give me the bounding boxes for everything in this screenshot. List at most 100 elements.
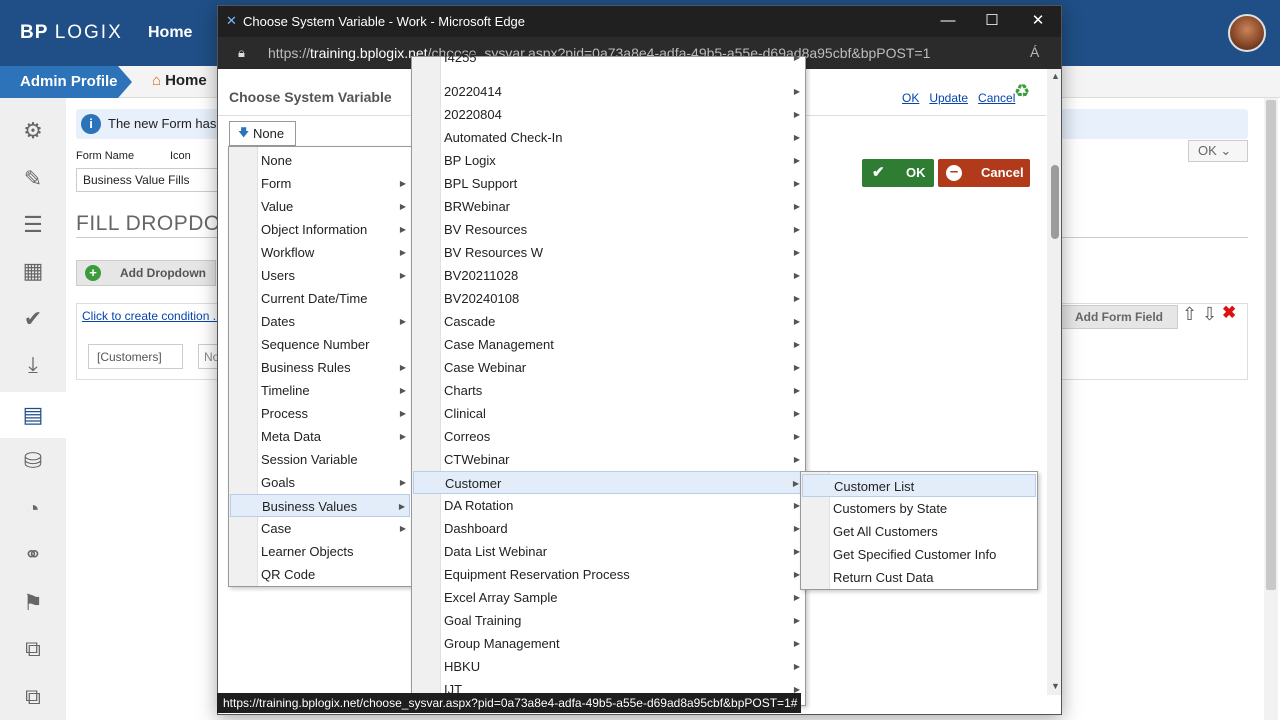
menu-item[interactable]: 20220414 ▶	[413, 80, 804, 103]
menu-item[interactable]: Form ▶	[230, 172, 410, 195]
menu-item[interactable]: BRWebinar ▶	[413, 195, 804, 218]
menu-item[interactable]: Get All Customers	[802, 520, 1036, 543]
popup-titlebar: ✕ Choose System Variable - Work - Micros…	[218, 6, 1061, 37]
cancel-button[interactable]: – Cancel	[938, 159, 1030, 187]
menu-item[interactable]: 20220804 ▶	[413, 103, 804, 126]
check-icon[interactable]: ✔	[0, 296, 66, 342]
menu-item[interactable]: None	[230, 149, 410, 172]
menu-item[interactable]: Goal Training ▶	[413, 609, 804, 632]
menu-item[interactable]: Customers by State	[802, 497, 1036, 520]
menu-item-label: Form	[261, 176, 292, 191]
menu-item[interactable]: Cascade ▶	[413, 310, 804, 333]
copy-icon[interactable]: ⧉	[0, 626, 66, 672]
ok-button[interactable]: ✔ OK	[862, 159, 934, 187]
menu-item[interactable]: Timeline ▶	[230, 379, 410, 402]
menu-item[interactable]: Case ▶	[230, 517, 410, 540]
menu-item[interactable]: Charts ▶	[413, 379, 804, 402]
menu-item[interactable]: Data List Webinar ▶	[413, 540, 804, 563]
dialog-title: Choose System Variable	[229, 89, 392, 105]
menu-item[interactable]: BV20211028 ▶	[413, 264, 804, 287]
menu-item[interactable]: CTWebinar ▶	[413, 448, 804, 471]
close-icon[interactable]: ✕	[1024, 10, 1052, 32]
refresh-icon[interactable]: ♻	[1014, 81, 1030, 102]
bplogix-logo[interactable]: BP LOGIX	[20, 22, 123, 44]
customers-input[interactable]: [Customers]	[88, 344, 183, 369]
page-scrollbar-thumb[interactable]	[1266, 100, 1276, 590]
menu-item[interactable]: BP Logix ▶	[413, 149, 804, 172]
menu-item[interactable]: BV20240108 ▶	[413, 287, 804, 310]
read-aloud-icon[interactable]: Á	[1030, 44, 1039, 60]
form-name-input[interactable]: Business Value Fills	[76, 168, 226, 192]
maximize-icon[interactable]: ☐	[978, 10, 1006, 32]
minimize-icon[interactable]: —	[934, 10, 962, 32]
link-icon[interactable]: ⚭	[0, 532, 66, 578]
popup-scrollbar[interactable]: ▲ ▼	[1047, 69, 1061, 695]
menu-item-label: Sequence Number	[261, 337, 370, 352]
menu-item[interactable]: Group Management ▶	[413, 632, 804, 655]
menu-item[interactable]: Users ▶	[230, 264, 410, 287]
form-icon[interactable]: ▤	[0, 392, 66, 438]
menu-item[interactable]: Case Management ▶	[413, 333, 804, 356]
menu-item[interactable]: Meta Data ▶	[230, 425, 410, 448]
create-condition-link[interactable]: Click to create condition ..	[82, 309, 219, 323]
menu-item[interactable]: Session Variable	[230, 448, 410, 471]
download-icon[interactable]: ⤓	[0, 342, 66, 388]
menu-item[interactable]: Excel Array Sample ▶	[413, 586, 804, 609]
edit-icon[interactable]: ✎	[0, 156, 66, 202]
menu-item[interactable]: Correos ▶	[413, 425, 804, 448]
list-icon[interactable]: ☰	[0, 202, 66, 248]
menu-item[interactable]: Equipment Reservation Process ▶	[413, 563, 804, 586]
popup-scrollbar-thumb[interactable]	[1051, 165, 1059, 239]
speed-icon[interactable]: ◔	[0, 486, 66, 532]
menu-item[interactable]: Goals ▶	[230, 471, 410, 494]
menu-item[interactable]: QR Code	[230, 563, 410, 586]
menu-item[interactable]: Customer ▶	[413, 471, 804, 494]
menu-item[interactable]: Object Information ▶	[230, 218, 410, 241]
menu-item[interactable]: BPL Support ▶	[413, 172, 804, 195]
variable-dropdown[interactable]: 🡇 None	[229, 121, 296, 146]
user-avatar[interactable]	[1228, 14, 1266, 52]
menu-item[interactable]: Automated Check-In ▶	[413, 126, 804, 149]
breadcrumb-home[interactable]: ⌂ Home	[152, 72, 207, 89]
menu-item[interactable]: Case Webinar ▶	[413, 356, 804, 379]
menu-item[interactable]: Clinical ▶	[413, 402, 804, 425]
ok-select[interactable]: OK ⌄	[1188, 140, 1248, 162]
scroll-down-icon[interactable]: ▼	[1051, 681, 1060, 691]
add-dropdown-button[interactable]: + Add Dropdown	[76, 260, 216, 286]
menu-item[interactable]: Sequence Number	[230, 333, 410, 356]
menu-item[interactable]: Business Rules ▶	[230, 356, 410, 379]
menu-item[interactable]: Dashboard ▶	[413, 517, 804, 540]
menu-item[interactable]: Current Date/Time	[230, 287, 410, 310]
menu-item[interactable]: Learner Objects	[230, 540, 410, 563]
menu-item[interactable]: Customer List	[802, 474, 1036, 497]
gears-icon[interactable]: ⚙	[0, 108, 66, 154]
update-link[interactable]: Update	[929, 91, 968, 105]
nav-home[interactable]: Home	[148, 24, 192, 42]
menu-item[interactable]: Value ▶	[230, 195, 410, 218]
ok-link[interactable]: OK	[902, 91, 919, 105]
menu-item[interactable]: BV Resources ▶	[413, 218, 804, 241]
menu-item[interactable]: DA Rotation ▶	[413, 494, 804, 517]
scroll-up-icon[interactable]: ▲	[1051, 71, 1060, 81]
clone-icon[interactable]: ⧉	[0, 674, 66, 720]
menu-item[interactable]: Process ▶	[230, 402, 410, 425]
flag-icon[interactable]: ⚑	[0, 580, 66, 626]
menu-item[interactable]: Dates ▶	[230, 310, 410, 333]
menu-item[interactable]: BV Resources W ▶	[413, 241, 804, 264]
cancel-link[interactable]: Cancel	[978, 91, 1015, 105]
menu-item[interactable]: Get Specified Customer Info	[802, 543, 1036, 566]
menu-item-partial[interactable]: I4255 ▶	[413, 46, 804, 69]
menu-item[interactable]: HBKU ▶	[413, 655, 804, 678]
menu-item[interactable]: Return Cust Data	[802, 566, 1036, 589]
lock-icon[interactable]: 🔒︎	[238, 45, 245, 61]
move-down-icon[interactable]: ⇩	[1202, 304, 1217, 325]
menu-item[interactable]: Workflow ▶	[230, 241, 410, 264]
info-message-text: The new Form has b	[108, 116, 228, 131]
delete-icon[interactable]: ✖	[1222, 303, 1236, 323]
add-form-field-button[interactable]: Add Form Field	[1060, 305, 1178, 329]
move-up-icon[interactable]: ⇧	[1182, 304, 1197, 325]
table-icon[interactable]: ▦	[0, 248, 66, 294]
menu-item[interactable]: Business Values ▶	[230, 494, 410, 517]
database-add-icon[interactable]: ⛁	[0, 438, 66, 484]
admin-profile-tab[interactable]: Admin Profile	[0, 66, 132, 98]
